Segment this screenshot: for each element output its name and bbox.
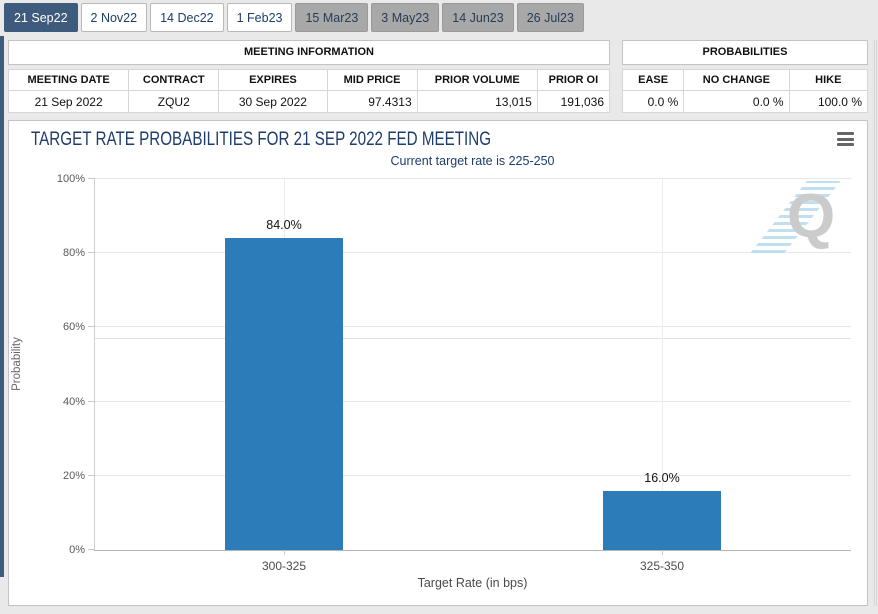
chart-title: TARGET RATE PROBABILITIES FOR 21 SEP 202… — [31, 129, 491, 151]
col-no-change: NO CHANGE — [684, 70, 789, 91]
tab-3-may23[interactable]: 3 May23 — [371, 3, 439, 32]
col-meeting-date: MEETING DATE — [9, 70, 129, 91]
tab-21-sep22[interactable]: 21 Sep22 — [4, 3, 78, 32]
panel-left-accent — [0, 36, 4, 577]
watermark-q-logo-icon: Q — [787, 185, 835, 249]
hike-value: 100.0 % — [789, 91, 867, 113]
col-contract: CONTRACT — [129, 70, 219, 91]
x-tick-mark — [662, 550, 663, 555]
probability-bar — [225, 238, 343, 550]
contract-value: ZQU2 — [129, 91, 219, 113]
meeting-date-value: 21 Sep 2022 — [9, 91, 129, 113]
meeting-information-table: MEETING DATE CONTRACT EXPIRES MID PRICE … — [8, 69, 610, 113]
chart-subtitle: Current target rate is 225-250 — [94, 154, 851, 168]
meeting-information-title: MEETING INFORMATION — [8, 40, 610, 65]
y-axis-title: Probability — [11, 294, 23, 434]
x-tick-mark — [284, 550, 285, 555]
y-tick-label: 80% — [63, 247, 85, 259]
y-gridline — [95, 326, 851, 327]
tab-26-jul23[interactable]: 26 Jul23 — [517, 3, 584, 32]
tab-14-jun23[interactable]: 14 Jun23 — [442, 3, 513, 32]
x-category-label: 325-350 — [640, 559, 684, 573]
plot-area: Q 0%20%40%60%80%100%300-32584.0%325-3501… — [94, 179, 851, 551]
x-axis-title: Target Rate (in bps) — [94, 576, 851, 590]
meeting-information-section: MEETING INFORMATION MEETING DATE CONTRAC… — [8, 40, 610, 113]
probabilities-section: PROBABILITIES EASE NO CHANGE HIKE 0.0 % … — [622, 40, 868, 113]
y-tick-label: 20% — [63, 470, 85, 482]
y-tick-label: 100% — [57, 173, 85, 185]
target-rate-chart-panel: TARGET RATE PROBABILITIES FOR 21 SEP 202… — [8, 120, 868, 606]
panel-right-border — [874, 40, 877, 606]
y-tick-mark — [88, 549, 95, 550]
chart-menu-hamburger-icon[interactable] — [837, 132, 854, 146]
col-ease: EASE — [623, 70, 684, 91]
tab-1-feb23[interactable]: 1 Feb23 — [227, 3, 293, 32]
meeting-tab-bar: 21 Sep22 2 Nov22 14 Dec22 1 Feb23 15 Mar… — [4, 3, 584, 32]
col-expires: EXPIRES — [219, 70, 327, 91]
tab-15-mar23[interactable]: 15 Mar23 — [295, 3, 368, 32]
y-tick-mark — [88, 475, 95, 476]
y-gridline — [95, 178, 851, 179]
expires-value: 30 Sep 2022 — [219, 91, 327, 113]
table-header-row: EASE NO CHANGE HIKE — [623, 70, 868, 91]
bar-value-label: 16.0% — [644, 471, 679, 485]
table-row: 0.0 % 0.0 % 100.0 % — [623, 91, 868, 113]
y-tick-mark — [88, 401, 95, 402]
y-gridline — [95, 401, 851, 402]
y-gridline — [95, 475, 851, 476]
y-tick-label: 60% — [63, 321, 85, 333]
col-prior-oi: PRIOR OI — [537, 70, 609, 91]
bar-value-label: 84.0% — [266, 218, 301, 232]
col-prior-volume: PRIOR VOLUME — [417, 70, 537, 91]
table-row: 21 Sep 2022 ZQU2 30 Sep 2022 97.4313 13,… — [9, 91, 610, 113]
y-gridline — [95, 252, 851, 253]
quikstrike-watermark: Q — [771, 179, 849, 259]
col-mid-price: MID PRICE — [327, 70, 417, 91]
y-tick-label: 0% — [69, 544, 85, 556]
probability-bar — [603, 491, 721, 550]
table-header-row: MEETING DATE CONTRACT EXPIRES MID PRICE … — [9, 70, 610, 91]
ease-value: 0.0 % — [623, 91, 684, 113]
y-tick-label: 40% — [63, 396, 85, 408]
prior-oi-value: 191,036 — [537, 91, 609, 113]
prior-volume-value: 13,015 — [417, 91, 537, 113]
y-tick-mark — [88, 252, 95, 253]
probabilities-table: EASE NO CHANGE HIKE 0.0 % 0.0 % 100.0 % — [622, 69, 868, 113]
tab-2-nov22[interactable]: 2 Nov22 — [81, 3, 148, 32]
y-tick-mark — [88, 178, 95, 179]
x-category-label: 300-325 — [262, 559, 306, 573]
mid-price-value: 97.4313 — [327, 91, 417, 113]
y-tick-mark — [88, 326, 95, 327]
col-hike: HIKE — [789, 70, 867, 91]
probabilities-title: PROBABILITIES — [622, 40, 868, 65]
no-change-value: 0.0 % — [684, 91, 789, 113]
extra-gridline — [95, 338, 851, 339]
tab-14-dec22[interactable]: 14 Dec22 — [150, 3, 224, 32]
